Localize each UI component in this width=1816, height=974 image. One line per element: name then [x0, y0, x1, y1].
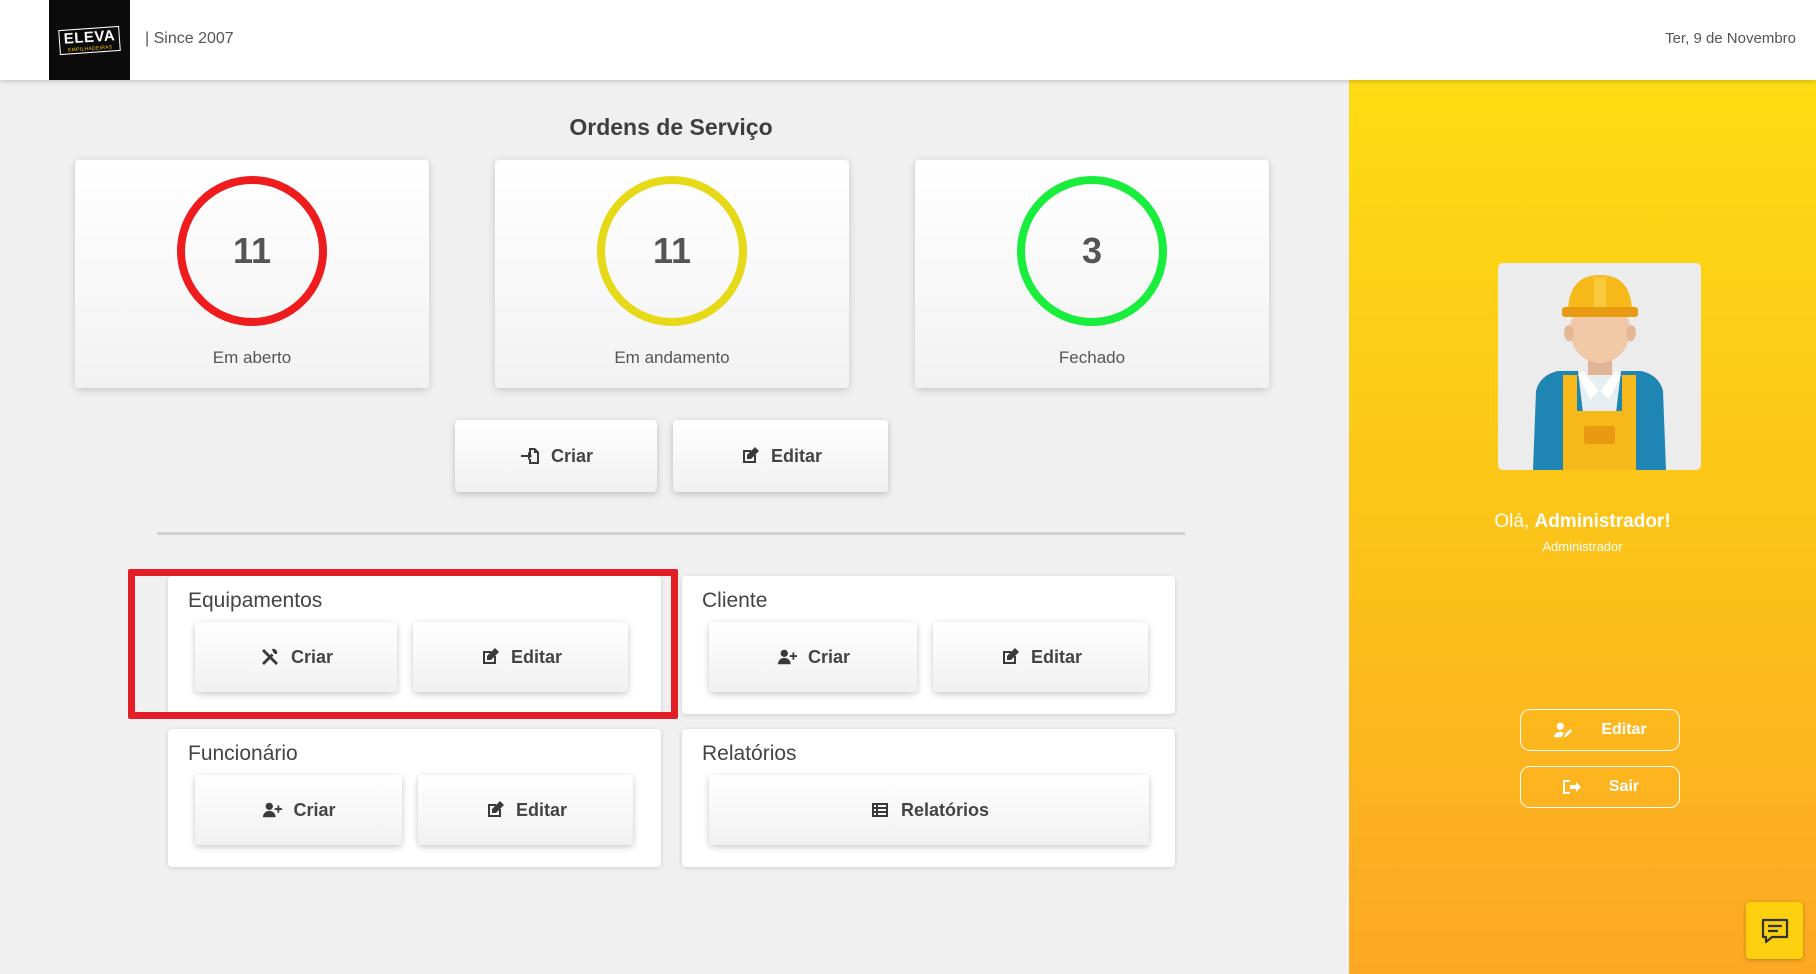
- equipamentos-create-button[interactable]: Criar: [195, 622, 397, 692]
- stat-card-closed[interactable]: 3 Fechado: [915, 160, 1269, 388]
- chat-button[interactable]: [1746, 902, 1803, 959]
- sign-out-icon: [1562, 780, 1581, 794]
- since-text: | Since 2007: [145, 30, 234, 47]
- section-cliente: Cliente Criar Editar: [682, 576, 1175, 714]
- user-edit-icon: [1554, 722, 1573, 738]
- greeting: Olá, Administrador!: [1349, 511, 1816, 533]
- in-progress-count: 11: [652, 230, 692, 271]
- relatorios-button[interactable]: Relatórios: [709, 775, 1149, 845]
- equipamentos-edit-button[interactable]: Editar: [413, 622, 628, 692]
- edit-icon: [739, 445, 761, 467]
- cliente-create-label: Criar: [807, 646, 851, 667]
- worker-avatar-icon: [1533, 275, 1666, 470]
- status-ring-in-progress: 11: [597, 176, 747, 326]
- cliente-edit-label: Editar: [1030, 646, 1082, 667]
- section-title-cliente: Cliente: [702, 589, 768, 612]
- open-count: 11: [232, 230, 272, 271]
- chat-icon: [1761, 918, 1788, 943]
- order-create-button[interactable]: Criar: [455, 420, 657, 492]
- section-relatorios: Relatórios Relatórios: [682, 729, 1175, 867]
- stat-card-in-progress[interactable]: 11 Em andamento: [495, 160, 849, 388]
- closed-count: 3: [1081, 230, 1103, 271]
- in-progress-label: Em andamento: [614, 348, 730, 367]
- eleva-logo[interactable]: ELEVA EMPILHADEIRAS: [49, 0, 130, 80]
- funcionario-create-button[interactable]: Criar: [195, 775, 402, 845]
- logout-label: Sair: [1608, 778, 1640, 795]
- funcionario-edit-button[interactable]: Editar: [418, 775, 633, 845]
- stat-card-open[interactable]: 11 Em aberto: [75, 160, 429, 388]
- open-label: Em aberto: [212, 348, 292, 367]
- section-divider: [157, 532, 1185, 535]
- edit-icon: [479, 646, 501, 668]
- profile-edit-button[interactable]: Editar: [1520, 709, 1680, 751]
- status-ring-open: 11: [177, 176, 327, 326]
- user-role: Administrador: [1542, 539, 1623, 554]
- edit-icon: [999, 646, 1021, 668]
- user-plus-icon: [261, 799, 283, 821]
- funcionario-edit-label: Editar: [515, 799, 567, 820]
- profile-edit-label: Editar: [1601, 721, 1647, 738]
- greeting-prefix: Olá,: [1494, 511, 1535, 532]
- order-create-label: Criar: [550, 445, 594, 466]
- current-date: Ter, 9 de Novembro: [1665, 30, 1796, 47]
- section-title-equipamentos: Equipamentos: [188, 589, 323, 612]
- edit-icon: [484, 799, 506, 821]
- status-ring-closed: 3: [1017, 176, 1167, 326]
- top-header: ELEVA EMPILHADEIRAS | Since 2007 Ter, 9 …: [0, 0, 1816, 80]
- order-edit-button[interactable]: Editar: [673, 420, 888, 492]
- equipamentos-create-label: Criar: [290, 646, 334, 667]
- closed-label: Fechado: [1058, 348, 1126, 367]
- logout-button[interactable]: Sair: [1520, 766, 1680, 808]
- section-title-funcionario: Funcionário: [188, 742, 298, 765]
- equipamentos-edit-label: Editar: [510, 646, 562, 667]
- page-title: Ordens de Serviço: [569, 114, 773, 140]
- section-funcionario: Funcionário Criar Editar: [168, 729, 661, 867]
- user-plus-icon: [776, 646, 798, 668]
- avatar: [1498, 263, 1701, 470]
- section-equipamentos: Equipamentos Criar Editar: [168, 576, 661, 714]
- file-import-icon: [519, 445, 541, 467]
- order-edit-label: Editar: [770, 445, 822, 466]
- section-title-relatorios: Relatórios: [702, 742, 797, 765]
- greeting-name: Administrador!: [1534, 511, 1671, 532]
- cliente-edit-button[interactable]: Editar: [933, 622, 1148, 692]
- relatorios-label: Relatórios: [900, 799, 990, 820]
- user-sidebar: Olá, Administrador! Administrador Editar…: [1349, 80, 1816, 974]
- list-icon: [869, 799, 891, 821]
- cliente-create-button[interactable]: Criar: [709, 622, 917, 692]
- tools-icon: [259, 646, 281, 668]
- funcionario-create-label: Criar: [293, 799, 336, 820]
